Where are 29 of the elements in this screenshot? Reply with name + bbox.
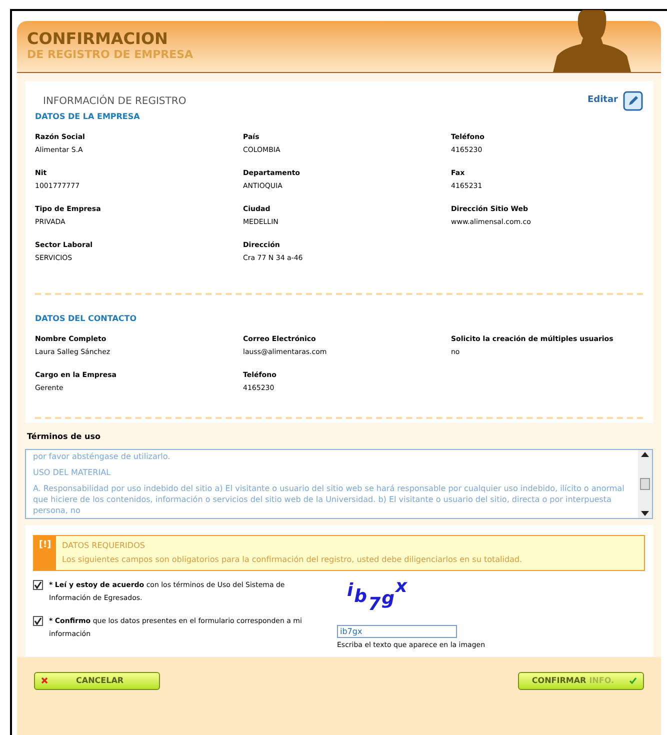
section-title: DATOS DEL CONTACTO — [35, 313, 138, 325]
close-icon — [41, 677, 48, 684]
page-title: CONFIRMACION — [27, 30, 169, 48]
terms-text: A. Responsabilidad por uso indebido del sitio a) El visitante o usuario del sitio web se hará responsable por cualquier uso indebido, ilícito o anormal que hiciere de los contenidos, información o servicios del sitio web de la Universidad. b) El visitante o usuario del sitio, directa o por interpuesta persona, no — [33, 483, 626, 516]
confirm-button[interactable]: CONFIRMAR INFO. — [518, 672, 644, 690]
checkbox[interactable] — [33, 616, 43, 626]
alert-title: DATOS REQUERIDOS — [62, 540, 146, 552]
captcha-input[interactable]: ib7gx — [337, 625, 457, 638]
section-title: DATOS DE LA EMPRESA — [35, 111, 141, 123]
checkmark-icon — [629, 677, 637, 684]
captcha-image: ib7gx — [346, 579, 408, 617]
scroll-thumb[interactable] — [640, 478, 650, 490]
terms-title: Términos de uso — [26, 431, 102, 443]
warning-badge: [!] — [34, 536, 56, 570]
alert-message: Los siguientes campos son obligatorios para la confirmación del registro, usted debe diligenciarlos en su totalidad. — [62, 554, 522, 566]
checkmark-icon — [34, 581, 42, 589]
checkmark-icon — [34, 617, 42, 625]
panel-title: INFORMACIÓN DE REGISTRO — [43, 94, 186, 108]
scroll-up-icon — [641, 452, 649, 457]
checkbox[interactable] — [33, 580, 43, 590]
page-subtitle: DE REGISTRO DE EMPRESA — [27, 48, 194, 61]
cancel-button[interactable]: CANCELAR — [34, 672, 160, 690]
scrollbar[interactable] — [638, 450, 652, 518]
person-silhouette-icon — [553, 10, 631, 72]
scroll-down-icon — [641, 511, 649, 516]
terms-text: por favor absténgase de utilizarlo. — [33, 451, 172, 462]
edit-button[interactable]: Editar — [588, 91, 643, 111]
edit-icon — [623, 91, 643, 111]
terms-text: USO DEL MATERIAL — [33, 467, 112, 478]
